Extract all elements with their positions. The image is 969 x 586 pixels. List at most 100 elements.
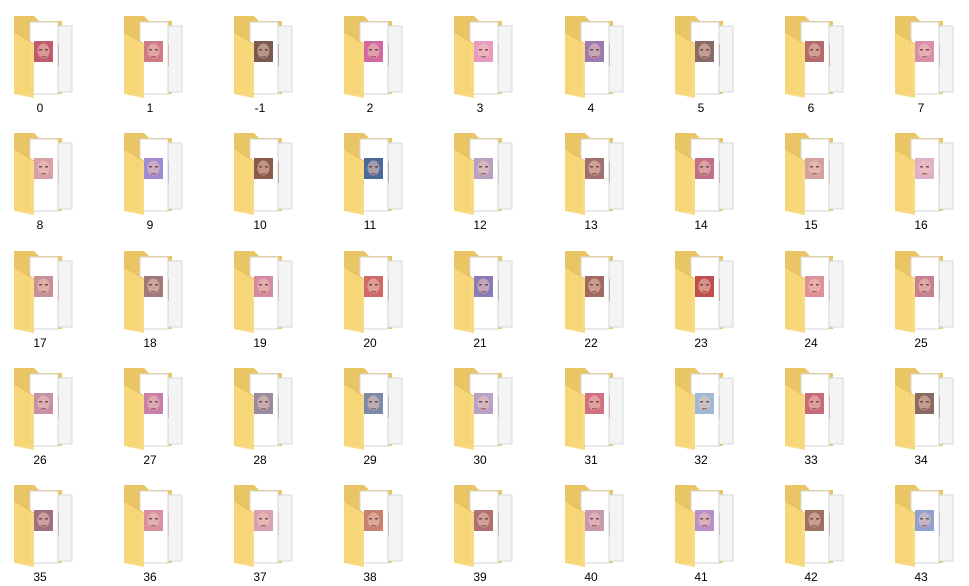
folder-item[interactable]: 13 <box>559 131 667 243</box>
folder-item[interactable]: 21 <box>448 249 556 361</box>
folder-item[interactable]: 0 <box>8 14 116 126</box>
folder-item[interactable]: 27 <box>118 366 226 478</box>
folder-item[interactable]: 30 <box>448 366 556 478</box>
folder-item[interactable]: 19 <box>228 249 336 361</box>
folder-icon <box>673 249 737 333</box>
folder-icon <box>673 483 737 567</box>
folder-icon <box>232 249 296 333</box>
folder-item[interactable]: 28 <box>228 366 336 478</box>
folder-item[interactable]: 16 <box>889 131 969 243</box>
folder-item[interactable]: 25 <box>889 249 969 361</box>
folder-item[interactable]: 23 <box>669 249 777 361</box>
folder-icon <box>452 249 516 333</box>
folder-label: 38 <box>363 570 377 584</box>
folder-label: 30 <box>473 453 487 467</box>
folder-icon <box>893 14 957 98</box>
folder-label: 34 <box>914 453 928 467</box>
folder-item[interactable]: 9 <box>118 131 226 243</box>
folder-label: 18 <box>143 336 157 350</box>
folder-item[interactable]: 38 <box>338 483 446 586</box>
folder-label: 2 <box>366 101 374 115</box>
folder-item[interactable]: 8 <box>8 131 116 243</box>
folder-item[interactable]: 7 <box>889 14 969 126</box>
folder-item[interactable]: 34 <box>889 366 969 478</box>
folder-icon <box>893 249 957 333</box>
folder-label: 3 <box>476 101 484 115</box>
folder-icon <box>893 131 957 215</box>
folder-item[interactable]: 43 <box>889 483 969 586</box>
folder-label: 8 <box>36 218 44 232</box>
folder-icon <box>122 366 186 450</box>
folder-item[interactable]: 37 <box>228 483 336 586</box>
folder-icon <box>673 131 737 215</box>
folder-item[interactable]: -1 <box>228 14 336 126</box>
folder-item[interactable]: 12 <box>448 131 556 243</box>
folder-icon <box>563 249 627 333</box>
folder-icon <box>122 249 186 333</box>
folder-label: 14 <box>694 218 708 232</box>
folder-icon <box>12 483 76 567</box>
folder-icon <box>563 131 627 215</box>
folder-grid: 0 1 -1 2 3 4 5 6 7 8 9 10 11 12 13 14 15 16 17 18 19 20 21 22 23… <box>0 0 969 586</box>
folder-icon <box>783 14 847 98</box>
folder-item[interactable]: 4 <box>559 14 667 126</box>
folder-icon <box>673 366 737 450</box>
folder-item[interactable]: 22 <box>559 249 667 361</box>
folder-icon <box>122 131 186 215</box>
folder-icon <box>12 14 76 98</box>
folder-item[interactable]: 6 <box>779 14 887 126</box>
folder-label: 1 <box>146 101 154 115</box>
folder-item[interactable]: 39 <box>448 483 556 586</box>
folder-label: 33 <box>804 453 818 467</box>
folder-item[interactable]: 36 <box>118 483 226 586</box>
folder-item[interactable]: 40 <box>559 483 667 586</box>
folder-icon <box>342 366 406 450</box>
folder-label: 26 <box>33 453 47 467</box>
folder-label: 25 <box>914 336 928 350</box>
folder-label: -1 <box>254 101 266 115</box>
folder-item[interactable]: 20 <box>338 249 446 361</box>
folder-icon <box>342 249 406 333</box>
folder-item[interactable]: 33 <box>779 366 887 478</box>
folder-item[interactable]: 1 <box>118 14 226 126</box>
folder-label: 21 <box>473 336 487 350</box>
folder-item[interactable]: 5 <box>669 14 777 126</box>
folder-label: 13 <box>584 218 598 232</box>
folder-item[interactable]: 42 <box>779 483 887 586</box>
folder-label: 19 <box>253 336 267 350</box>
folder-icon <box>122 483 186 567</box>
folder-item[interactable]: 41 <box>669 483 777 586</box>
folder-icon <box>452 366 516 450</box>
folder-item[interactable]: 2 <box>338 14 446 126</box>
folder-icon <box>232 14 296 98</box>
folder-icon <box>232 483 296 567</box>
folder-item[interactable]: 24 <box>779 249 887 361</box>
folder-label: 4 <box>587 101 595 115</box>
folder-icon <box>783 483 847 567</box>
folder-item[interactable]: 26 <box>8 366 116 478</box>
folder-item[interactable]: 14 <box>669 131 777 243</box>
folder-item[interactable]: 35 <box>8 483 116 586</box>
folder-item[interactable]: 3 <box>448 14 556 126</box>
folder-label: 17 <box>33 336 47 350</box>
folder-item[interactable]: 29 <box>338 366 446 478</box>
folder-item[interactable]: 11 <box>338 131 446 243</box>
folder-item[interactable]: 18 <box>118 249 226 361</box>
folder-icon <box>122 14 186 98</box>
folder-icon <box>452 14 516 98</box>
folder-item[interactable]: 31 <box>559 366 667 478</box>
folder-label: 16 <box>914 218 928 232</box>
folder-icon <box>783 131 847 215</box>
folder-icon <box>893 483 957 567</box>
folder-icon <box>342 483 406 567</box>
folder-item[interactable]: 32 <box>669 366 777 478</box>
folder-label: 12 <box>473 218 487 232</box>
folder-item[interactable]: 10 <box>228 131 336 243</box>
folder-item[interactable]: 15 <box>779 131 887 243</box>
folder-label: 0 <box>36 101 44 115</box>
folder-icon <box>563 366 627 450</box>
folder-item[interactable]: 17 <box>8 249 116 361</box>
folder-icon <box>12 366 76 450</box>
folder-label: 10 <box>253 218 267 232</box>
folder-label: 28 <box>253 453 267 467</box>
